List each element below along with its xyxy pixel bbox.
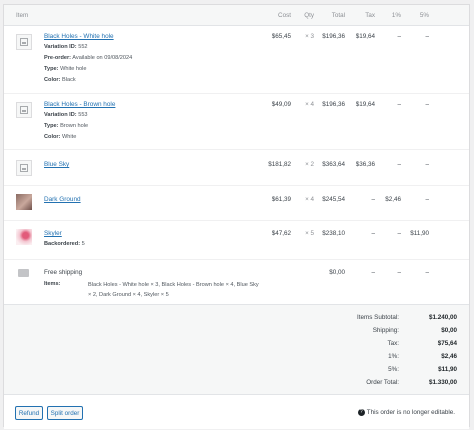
totals-value: $75,64 bbox=[437, 340, 457, 347]
product-thumbnail bbox=[16, 102, 32, 118]
product-link[interactable]: Skyler bbox=[44, 230, 62, 237]
col-cost: Cost bbox=[278, 12, 291, 19]
split-order-button[interactable]: Split order bbox=[47, 406, 83, 420]
table-header: Item Cost Qty Total Tax 1% 5% bbox=[4, 5, 469, 26]
item-meta: Color: Black bbox=[44, 77, 76, 83]
shipping-row: Free shipping Items: Black Holes - White… bbox=[4, 260, 469, 304]
order-actions: Refund Split order ? This order is no lon… bbox=[4, 394, 469, 429]
item-cost: $65,45 bbox=[271, 33, 291, 40]
item-meta: Backordered: 5 bbox=[44, 241, 85, 247]
table-row: Black Holes - Brown hole Variation ID: 5… bbox=[4, 94, 469, 150]
product-link[interactable]: Blue Sky bbox=[44, 161, 69, 168]
item-qty: × 3 bbox=[305, 33, 314, 40]
image-placeholder-icon bbox=[20, 164, 28, 172]
order-totals: Items Subtotal: $1.240,00 Shipping: $0,0… bbox=[4, 304, 469, 395]
item-1pct: – bbox=[397, 230, 401, 237]
item-5pct: – bbox=[425, 196, 429, 203]
totals-label: 5%: bbox=[388, 366, 399, 373]
item-total: $363,64 bbox=[322, 161, 345, 168]
item-total: $196,36 bbox=[322, 101, 345, 108]
help-icon: ? bbox=[357, 409, 365, 416]
not-editable-notice: ? This order is no longer editable. bbox=[357, 409, 455, 416]
col-5pct: 5% bbox=[419, 12, 429, 19]
item-total: $245,54 bbox=[322, 196, 345, 203]
item-meta: Type: White hole bbox=[44, 66, 87, 72]
item-qty: × 5 bbox=[305, 230, 314, 237]
totals-label: Shipping: bbox=[372, 327, 399, 334]
shipping-items-label: Items: bbox=[44, 281, 61, 287]
col-1pct: 1% bbox=[391, 12, 401, 19]
table-row: Dark Ground $61,39 × 4 $245,54 – $2,46 – bbox=[4, 186, 469, 221]
item-5pct: – bbox=[425, 101, 429, 108]
table-row: Blue Sky $181,82 × 2 $363,64 $36,36 – – bbox=[4, 150, 469, 186]
col-qty: Qty bbox=[304, 12, 314, 19]
item-qty: × 4 bbox=[305, 101, 314, 108]
shipping-items: Black Holes - White hole × 3, Black Hole… bbox=[88, 282, 259, 298]
totals-value: $1.240,00 bbox=[428, 314, 457, 321]
product-thumbnail bbox=[16, 160, 32, 176]
product-thumbnail bbox=[16, 34, 32, 50]
item-qty: × 2 bbox=[305, 161, 314, 168]
shipping-total: $0,00 bbox=[329, 269, 345, 276]
col-total: Total bbox=[331, 12, 345, 19]
product-link[interactable]: Dark Ground bbox=[44, 196, 81, 203]
refund-button[interactable]: Refund bbox=[15, 406, 43, 420]
totals-value: $11,90 bbox=[438, 366, 457, 373]
item-cost: $49,09 bbox=[271, 101, 291, 108]
table-row: Skyler Backordered: 5 $47,62 × 5 $238,10… bbox=[4, 221, 469, 260]
item-tax: – bbox=[371, 230, 375, 237]
item-meta: Variation ID: 552 bbox=[44, 44, 88, 50]
image-placeholder-icon bbox=[20, 106, 28, 114]
product-link[interactable]: Black Holes - White hole bbox=[44, 33, 114, 40]
item-5pct: $11,90 bbox=[410, 230, 429, 237]
item-1pct: $2,46 bbox=[385, 196, 401, 203]
item-tax: $19,64 bbox=[355, 101, 375, 108]
item-tax: $36,36 bbox=[355, 161, 375, 168]
item-5pct: – bbox=[425, 161, 429, 168]
product-link[interactable]: Black Holes - Brown hole bbox=[44, 101, 115, 108]
col-item: Item bbox=[16, 12, 29, 19]
item-cost: $47,62 bbox=[271, 230, 291, 237]
product-image bbox=[16, 229, 32, 245]
item-total: $196,36 bbox=[322, 33, 345, 40]
item-tax: – bbox=[371, 196, 375, 203]
item-cost: $181,82 bbox=[268, 161, 291, 168]
item-cost: $61,39 bbox=[271, 196, 291, 203]
item-meta: Type: Brown hole bbox=[44, 123, 89, 129]
item-1pct: – bbox=[397, 33, 401, 40]
item-1pct: – bbox=[397, 161, 401, 168]
item-qty: × 4 bbox=[305, 196, 314, 203]
totals-value: $0,00 bbox=[441, 327, 457, 334]
totals-label: Tax: bbox=[387, 340, 399, 347]
shipping-tax: – bbox=[371, 269, 375, 276]
shipping-1pct: – bbox=[397, 269, 401, 276]
totals-label: Items Subtotal: bbox=[357, 314, 399, 321]
order-total-value: $1.330,00 bbox=[428, 379, 457, 386]
item-tax: $19,64 bbox=[355, 33, 375, 40]
order-items-panel: Item Cost Qty Total Tax 1% 5% Black Hole… bbox=[3, 4, 470, 429]
item-1pct: – bbox=[397, 101, 401, 108]
item-meta: Color: White bbox=[44, 134, 77, 140]
totals-label: 1%: bbox=[388, 353, 399, 360]
item-meta: Pre-order: Available on 09/08/2024 bbox=[44, 55, 133, 61]
item-total: $238,10 bbox=[322, 230, 345, 237]
product-image bbox=[16, 194, 32, 210]
col-tax: Tax bbox=[365, 12, 375, 19]
item-5pct: – bbox=[425, 33, 429, 40]
totals-label: Order Total: bbox=[366, 379, 399, 386]
item-meta: Variation ID: 553 bbox=[44, 112, 88, 118]
table-row: Black Holes - White hole Variation ID: 5… bbox=[4, 26, 469, 94]
shipping-5pct: – bbox=[425, 269, 429, 276]
totals-value: $2,46 bbox=[441, 353, 457, 360]
image-placeholder-icon bbox=[20, 38, 28, 46]
shipping-icon bbox=[18, 269, 29, 277]
shipping-method: Free shipping bbox=[44, 269, 83, 276]
